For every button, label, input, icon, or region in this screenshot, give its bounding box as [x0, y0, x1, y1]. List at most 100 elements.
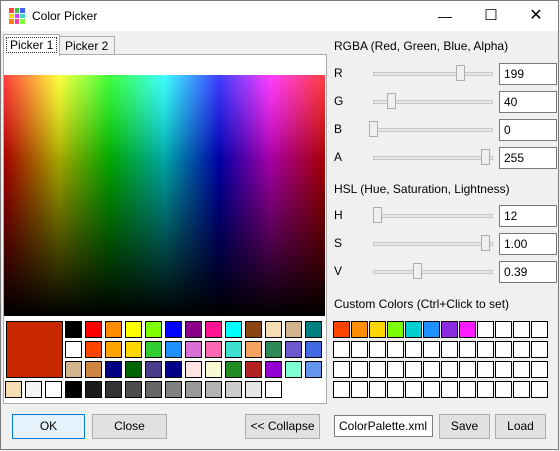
- palette-swatch[interactable]: [305, 321, 322, 338]
- minimize-icon[interactable]: —: [422, 1, 468, 31]
- custom-color-swatch[interactable]: [441, 341, 458, 358]
- custom-color-swatch[interactable]: [531, 321, 548, 338]
- custom-color-swatch[interactable]: [405, 321, 422, 338]
- palette-swatch[interactable]: [225, 341, 242, 358]
- custom-color-swatch[interactable]: [513, 341, 530, 358]
- palette-swatch[interactable]: [185, 341, 202, 358]
- custom-color-swatch[interactable]: [531, 381, 548, 398]
- slider-thumb[interactable]: [456, 65, 466, 81]
- custom-color-swatch[interactable]: [531, 341, 548, 358]
- palette-swatch[interactable]: [85, 321, 102, 338]
- custom-color-swatch[interactable]: [423, 381, 440, 398]
- custom-color-swatch[interactable]: [369, 321, 386, 338]
- slider-thumb[interactable]: [481, 149, 490, 165]
- custom-color-swatch[interactable]: [459, 381, 476, 398]
- custom-color-swatch[interactable]: [459, 341, 476, 358]
- custom-color-swatch[interactable]: [513, 361, 530, 378]
- custom-color-swatch[interactable]: [369, 361, 386, 378]
- rgba-value-g[interactable]: 40: [499, 91, 557, 113]
- palette-swatch[interactable]: [225, 361, 242, 378]
- palette-swatch[interactable]: [165, 381, 182, 398]
- color-spectrum[interactable]: [4, 75, 325, 316]
- palette-swatch[interactable]: [225, 321, 242, 338]
- custom-color-swatch[interactable]: [495, 341, 512, 358]
- load-button[interactable]: Load: [495, 414, 546, 439]
- palette-swatch[interactable]: [245, 381, 262, 398]
- custom-color-swatch[interactable]: [333, 341, 350, 358]
- palette-swatch[interactable]: [265, 381, 282, 398]
- palette-swatch[interactable]: [65, 341, 82, 358]
- rgba-value-b[interactable]: 0: [499, 119, 557, 141]
- custom-color-swatch[interactable]: [369, 381, 386, 398]
- palette-swatch[interactable]: [305, 341, 322, 358]
- palette-swatch[interactable]: [85, 341, 102, 358]
- hsl-slider-h[interactable]: [373, 214, 493, 218]
- slider-thumb[interactable]: [386, 93, 396, 109]
- close-button[interactable]: Close: [92, 414, 167, 439]
- custom-color-swatch[interactable]: [333, 381, 350, 398]
- palette-swatch[interactable]: [265, 321, 282, 338]
- palette-swatch[interactable]: [145, 381, 162, 398]
- slider-thumb[interactable]: [372, 207, 382, 223]
- custom-color-swatch[interactable]: [405, 361, 422, 378]
- palette-swatch[interactable]: [85, 381, 102, 398]
- palette-swatch[interactable]: [205, 341, 222, 358]
- palette-swatch[interactable]: [25, 381, 42, 398]
- custom-color-swatch[interactable]: [477, 361, 494, 378]
- palette-swatch[interactable]: [65, 321, 82, 338]
- palette-swatch[interactable]: [85, 361, 102, 378]
- slider-thumb[interactable]: [412, 263, 422, 279]
- custom-color-swatch[interactable]: [531, 361, 548, 378]
- rgba-slider-b[interactable]: [373, 128, 493, 132]
- custom-color-swatch[interactable]: [513, 381, 530, 398]
- custom-color-swatch[interactable]: [351, 321, 368, 338]
- palette-swatch[interactable]: [65, 381, 82, 398]
- custom-color-swatch[interactable]: [459, 361, 476, 378]
- palette-swatch[interactable]: [105, 341, 122, 358]
- custom-color-swatch[interactable]: [477, 321, 494, 338]
- custom-color-swatch[interactable]: [405, 381, 422, 398]
- palette-swatch[interactable]: [145, 341, 162, 358]
- palette-swatch[interactable]: [105, 361, 122, 378]
- palette-swatch[interactable]: [165, 321, 182, 338]
- rgba-value-a[interactable]: 255: [499, 147, 557, 169]
- custom-color-swatch[interactable]: [423, 341, 440, 358]
- palette-swatch[interactable]: [265, 341, 282, 358]
- hsl-slider-s[interactable]: [373, 242, 493, 246]
- hsl-value-s[interactable]: 1.00: [499, 233, 557, 255]
- slider-thumb[interactable]: [481, 235, 490, 251]
- rgba-value-r[interactable]: 199: [499, 63, 557, 85]
- ok-button[interactable]: OK: [12, 414, 85, 439]
- palette-swatch[interactable]: [105, 321, 122, 338]
- custom-color-swatch[interactable]: [477, 341, 494, 358]
- custom-color-swatch[interactable]: [441, 381, 458, 398]
- palette-swatch[interactable]: [145, 321, 162, 338]
- hsl-slider-v[interactable]: [373, 270, 493, 274]
- palette-swatch[interactable]: [265, 361, 282, 378]
- palette-swatch[interactable]: [245, 341, 262, 358]
- palette-swatch[interactable]: [205, 381, 222, 398]
- palette-swatch[interactable]: [125, 321, 142, 338]
- custom-color-swatch[interactable]: [387, 341, 404, 358]
- custom-color-swatch[interactable]: [351, 341, 368, 358]
- custom-color-swatch[interactable]: [423, 361, 440, 378]
- collapse-button[interactable]: << Collapse: [245, 414, 320, 439]
- palette-swatch[interactable]: [205, 321, 222, 338]
- palette-swatch[interactable]: [285, 321, 302, 338]
- custom-color-swatch[interactable]: [351, 361, 368, 378]
- custom-color-swatch[interactable]: [441, 321, 458, 338]
- palette-file-field[interactable]: ColorPalette.xml: [334, 415, 433, 437]
- palette-swatch[interactable]: [245, 321, 262, 338]
- custom-color-swatch[interactable]: [387, 321, 404, 338]
- custom-color-swatch[interactable]: [495, 381, 512, 398]
- custom-color-swatch[interactable]: [405, 341, 422, 358]
- custom-color-swatch[interactable]: [495, 321, 512, 338]
- rgba-slider-a[interactable]: [373, 156, 493, 160]
- palette-swatch[interactable]: [5, 381, 22, 398]
- hsl-value-v[interactable]: 0.39: [499, 261, 557, 283]
- custom-color-swatch[interactable]: [369, 341, 386, 358]
- palette-swatch[interactable]: [225, 381, 242, 398]
- custom-color-swatch[interactable]: [387, 361, 404, 378]
- custom-color-swatch[interactable]: [351, 381, 368, 398]
- custom-color-swatch[interactable]: [387, 381, 404, 398]
